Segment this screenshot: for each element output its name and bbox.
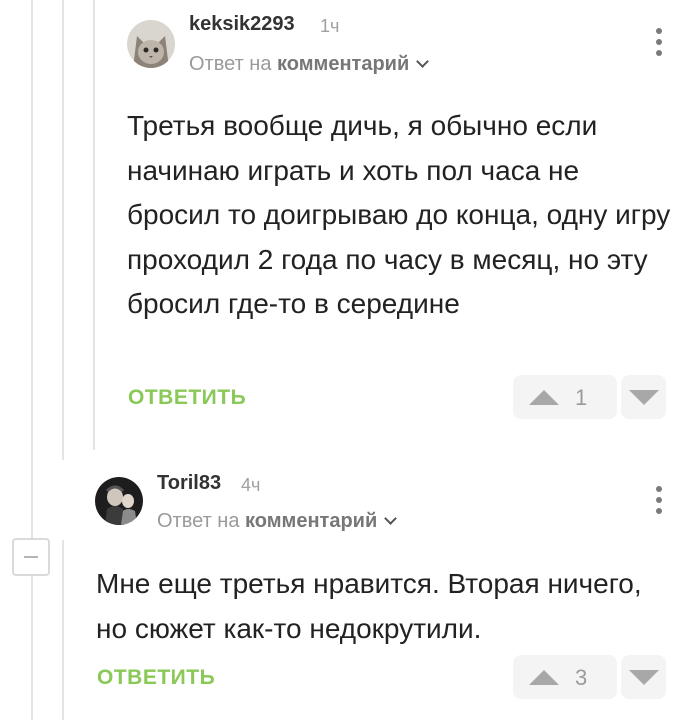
- username[interactable]: Toril83: [157, 472, 221, 495]
- upvote-box: 3: [513, 655, 617, 699]
- rating-count: 1: [575, 385, 588, 410]
- comment-2: Toril83 4ч Ответ на комментарий Мне еще …: [0, 460, 700, 720]
- upvote-icon[interactable]: [529, 670, 559, 685]
- downvote-icon: [629, 670, 659, 685]
- reply-target: комментарий: [245, 510, 378, 532]
- reply-button[interactable]: ОТВЕТИТЬ: [128, 386, 246, 410]
- reply-prefix: Ответ на: [157, 510, 240, 532]
- more-options-icon[interactable]: [654, 486, 664, 516]
- username[interactable]: keksik2293: [189, 13, 295, 36]
- chevron-down-icon: [416, 55, 430, 68]
- timestamp: 4ч: [241, 475, 261, 495]
- downvote-icon: [629, 390, 659, 405]
- reply-button[interactable]: ОТВЕТИТЬ: [97, 666, 215, 690]
- avatar[interactable]: [127, 20, 175, 68]
- reply-target: комментарий: [277, 53, 410, 75]
- more-options-icon[interactable]: [654, 28, 664, 58]
- reply-to-link[interactable]: Ответ на комментарий: [189, 53, 430, 76]
- timestamp: 1ч: [320, 16, 340, 36]
- chevron-down-icon: [384, 512, 398, 525]
- reply-to-link[interactable]: Ответ на комментарий: [157, 510, 398, 533]
- upvote-icon[interactable]: [529, 390, 559, 405]
- rating-count: 3: [575, 665, 588, 690]
- comment-text: Мне еще третья нравится. Вторая ничего, …: [96, 568, 642, 644]
- comment-1: keksik2293 1ч Ответ на комментарий Треть…: [0, 0, 700, 460]
- reply-prefix: Ответ на: [189, 53, 272, 75]
- upvote-box: 1: [513, 375, 617, 419]
- avatar[interactable]: [95, 477, 143, 525]
- downvote-box[interactable]: [621, 655, 666, 699]
- downvote-box[interactable]: [621, 375, 666, 419]
- comment-text: Третья вообще дичь, я обычно если начина…: [127, 110, 671, 319]
